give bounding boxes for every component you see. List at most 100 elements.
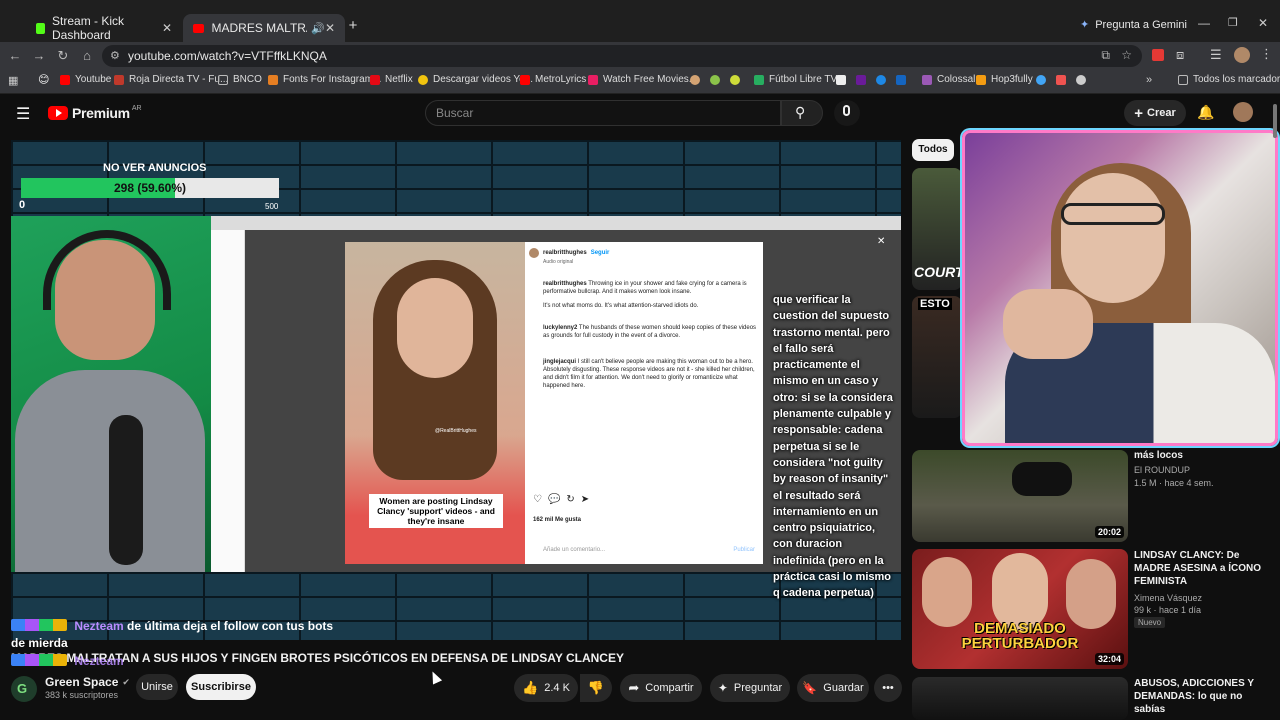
channel-name[interactable]: Green Space ✔: [45, 675, 130, 689]
bookmark-favicon[interactable]: [876, 75, 886, 85]
bookmark-favicon[interactable]: [1036, 75, 1046, 85]
bookmark-favicon[interactable]: [710, 75, 720, 85]
bookmark-star-icon[interactable]: ☆: [1121, 48, 1132, 62]
bookmark-metrolyrics[interactable]: MetroLyrics: [520, 74, 586, 85]
speaker-icon[interactable]: 🔊: [311, 22, 325, 35]
apps-grid-icon[interactable]: ▦: [8, 74, 18, 87]
bookmark-favicon[interactable]: [896, 75, 906, 85]
thumbnail-face: [1066, 559, 1116, 629]
recommendation-thumbnail[interactable]: ESTO: [912, 296, 962, 418]
folder-icon: [218, 74, 228, 85]
more-bookmarks-chevron-icon[interactable]: »: [1146, 74, 1152, 86]
voice-search-button[interactable]: [834, 100, 860, 126]
share-button[interactable]: ➦ Compartir: [620, 674, 702, 702]
bull-figure: [1012, 462, 1072, 496]
back-arrow-icon[interactable]: ←: [6, 47, 24, 65]
extension-icon[interactable]: [1152, 49, 1164, 61]
more-actions-button[interactable]: •••: [874, 674, 902, 702]
like-button[interactable]: 👍 2.4 K: [514, 674, 578, 702]
ig-likes: 162 mil Me gusta: [533, 517, 582, 523]
subscribe-button[interactable]: Suscribirse: [186, 674, 256, 700]
bookmark-bnco[interactable]: BNCO: [218, 74, 262, 85]
search-input[interactable]: Buscar: [425, 100, 781, 126]
bookmark-futbol-libre[interactable]: Fútbol Libre TV: [754, 74, 837, 85]
new-tab-button[interactable]: +: [345, 18, 361, 34]
create-button[interactable]: + Crear: [1124, 100, 1186, 126]
recommendation-channel[interactable]: Ximena Vásquez: [1134, 592, 1202, 604]
recommendation-thumbnail[interactable]: [912, 677, 1128, 720]
browser-tab-strip: Stream - Kick Dashboard ✕ MADRES MALTRAT…: [0, 0, 1280, 42]
home-icon[interactable]: ⌂: [78, 47, 96, 65]
subtitle-line: perpetua si se le: [773, 440, 860, 453]
netflix-icon: [370, 74, 380, 85]
restore-button[interactable]: ❐: [1228, 16, 1238, 29]
search-icon: ⚲: [795, 104, 806, 120]
bookmark-descargar[interactable]: Descargar videos Yo...: [418, 74, 533, 85]
bookmark-favicon[interactable]: [730, 75, 740, 85]
bookmark-favicon[interactable]: [690, 75, 700, 85]
notifications-bell-icon[interactable]: 🔔: [1197, 104, 1214, 121]
video-player[interactable]: NO VER ANUNCIOS 298 (59.60%) 0 500 @Real…: [11, 140, 901, 640]
bookmark-fonts[interactable]: Fonts For Instagram...: [268, 74, 381, 85]
account-avatar[interactable]: [1233, 102, 1253, 122]
join-button[interactable]: Unirse: [136, 674, 178, 700]
subtitle-line: con duracion: [773, 538, 843, 551]
bookmark-colossal[interactable]: Colossal: [922, 74, 975, 85]
forward-arrow-icon[interactable]: →: [30, 47, 48, 65]
menu-kebab-icon[interactable]: ⋮: [1260, 46, 1273, 62]
streamer-webcam-overlay: [962, 130, 1278, 446]
recommendation-title[interactable]: ABUSOS, ADICCIONES Y DEMANDAS: lo que no…: [1134, 677, 1274, 716]
ig-comment: jinglejacqui I still can't believe peopl…: [543, 359, 755, 389]
bookmark-youtube[interactable]: Youtube: [60, 74, 111, 85]
bookmark-icon: 🔖: [802, 681, 818, 695]
chat-message: Nezteam: [11, 654, 124, 668]
subtitle-line: indefinida (pero en la: [773, 554, 884, 567]
person-face: [397, 278, 473, 378]
tab-youtube-video[interactable]: MADRES MALTRATAN A SU 🔊 ✕: [183, 14, 345, 42]
bookmark-favicon: [418, 74, 428, 85]
bookmark-favicon[interactable]: [836, 75, 846, 85]
recommendation-title[interactable]: LINDSAY CLANCY: De MADRE ASESINA a ÍCONO…: [1134, 549, 1274, 588]
channel-avatar[interactable]: G: [11, 676, 37, 702]
extensions-puzzle-icon[interactable]: ⧈: [1176, 47, 1184, 63]
recommendation-meta: 99 k · hace 1 día: [1134, 605, 1202, 615]
subtitle-line: responsable: cadena: [773, 424, 883, 437]
profile-avatar[interactable]: [1234, 47, 1250, 63]
bookmark-watch-movies[interactable]: Watch Free Movies...: [588, 74, 697, 85]
filter-chip-all[interactable]: Todos: [912, 139, 954, 161]
bookmark-icon-row-3: [1036, 75, 1086, 85]
recommendation-title[interactable]: más locos: [1134, 449, 1274, 462]
tab-search-icon[interactable]: ☰: [1210, 47, 1222, 63]
search-button[interactable]: ⚲: [781, 100, 823, 126]
reload-icon[interactable]: ↻: [54, 47, 72, 65]
close-icon[interactable]: ✕: [162, 21, 172, 35]
save-button[interactable]: 🔖 Guardar: [797, 674, 869, 702]
kick-icon: [36, 22, 46, 34]
bookmark-hop3fully[interactable]: Hop3fully: [976, 74, 1033, 85]
emoji-bookmark-icon[interactable]: 😊: [38, 73, 49, 86]
all-bookmarks-folder[interactable]: Todos los marcadores: [1178, 74, 1280, 85]
gemini-button[interactable]: ✦ Pregunta a Gemini: [1080, 18, 1187, 32]
recommendation-thumbnail[interactable]: DEMASIADO PERTURBADOR 32:04: [912, 549, 1128, 669]
recommendation-thumbnail[interactable]: 20:02: [912, 450, 1128, 542]
recommendation-channel[interactable]: El ROUNDUP: [1134, 464, 1190, 476]
scrollbar-thumb[interactable]: [1273, 104, 1277, 138]
page-scrollbar[interactable]: [1272, 96, 1278, 716]
youtube-logo[interactable]: Premium AR: [48, 105, 142, 121]
close-window-button[interactable]: ✕: [1258, 16, 1268, 30]
recommendation-thumbnail[interactable]: COURT: [912, 168, 962, 290]
site-info-icon[interactable]: ⚙: [110, 49, 120, 62]
minimize-button[interactable]: —: [1198, 16, 1210, 30]
bookmark-netflix[interactable]: Netflix: [370, 74, 413, 85]
address-bar[interactable]: ⚙ youtube.com/watch?v=VTFffkLKNQA ⧉ ☆: [102, 45, 1142, 67]
bookmark-roja-directa[interactable]: Roja Directa TV - Fu...: [114, 74, 228, 85]
hamburger-menu-icon[interactable]: ☰: [16, 104, 30, 124]
bookmark-favicon[interactable]: [856, 75, 866, 85]
ask-button[interactable]: ✦ Preguntar: [710, 674, 790, 702]
close-icon[interactable]: ✕: [325, 21, 335, 35]
bookmark-favicon[interactable]: [1056, 75, 1066, 85]
bookmark-favicon[interactable]: [1076, 75, 1086, 85]
tab-kick-dashboard[interactable]: Stream - Kick Dashboard ✕: [26, 14, 182, 42]
install-icon[interactable]: ⧉: [1101, 48, 1110, 63]
dislike-button[interactable]: 👎: [580, 674, 612, 702]
